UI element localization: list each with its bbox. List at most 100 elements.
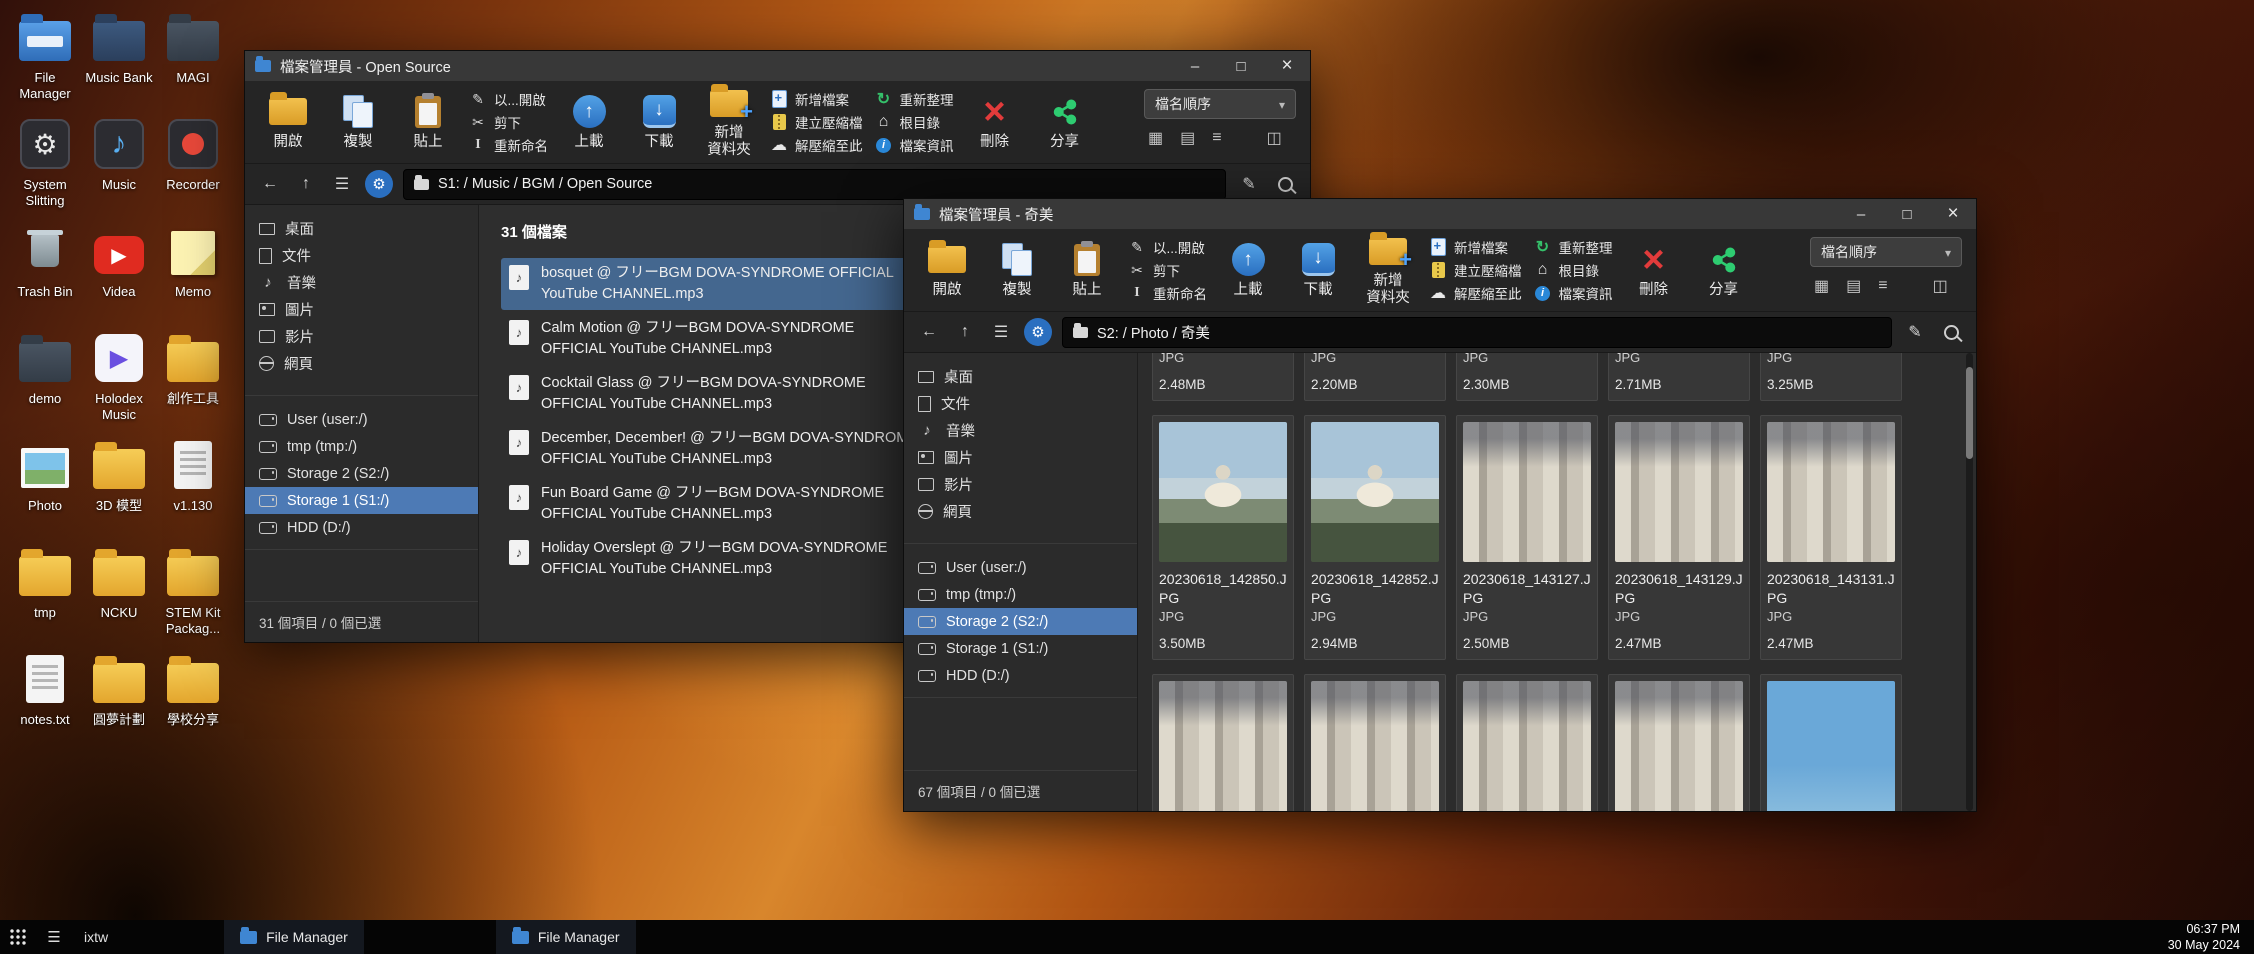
desktop-icon[interactable]: 創作工具 <box>157 331 229 438</box>
sidebar-place-item[interactable]: 音樂 <box>245 269 478 296</box>
sort-order-dropdown[interactable]: 檔名順序 <box>1144 89 1296 119</box>
open-button[interactable]: 開啟 <box>918 242 976 299</box>
sidebar-place-item[interactable]: 音樂 <box>904 417 1137 444</box>
photo-cell[interactable]: …JPG JPG 2.48MB <box>1152 353 1294 401</box>
share-button[interactable]: 分享 <box>1695 242 1753 299</box>
photo-cell[interactable] <box>1304 674 1446 811</box>
sidebar-device-item[interactable]: Storage 2 (S2:/) <box>904 608 1137 635</box>
upload-button[interactable]: 上載 <box>560 94 618 151</box>
desktop-icon[interactable]: 3D 模型 <box>83 438 155 545</box>
create-archive-button[interactable]: 建立壓縮檔 <box>770 112 863 132</box>
sidebar-device-item[interactable]: HDD (D:/) <box>245 514 478 541</box>
minimize-button[interactable] <box>1838 199 1884 229</box>
photo-cell[interactable]: 20230618_142852.JPG JPG 2.94MB <box>1304 415 1446 660</box>
new-folder-button[interactable]: 新增資料夾 <box>700 85 758 158</box>
desktop-icon[interactable]: 學校分享 <box>157 652 229 759</box>
view-compact-icon[interactable] <box>1878 277 1887 295</box>
back-button[interactable] <box>257 171 283 197</box>
desktop-icon[interactable]: Memo <box>157 224 229 331</box>
desktop-icon[interactable]: Holodex Music <box>83 331 155 438</box>
taskbar-app-button[interactable]: File Manager <box>224 920 364 954</box>
sidebar-place-item[interactable]: 網頁 <box>904 498 1137 525</box>
open-with-button[interactable]: 以...開啟 <box>469 89 548 109</box>
desktop-icon[interactable]: STEM Kit Packag... <box>157 545 229 652</box>
sort-order-dropdown[interactable]: 檔名順序 <box>1810 237 1962 267</box>
workspace-label[interactable]: ixtw <box>84 929 108 945</box>
view-columns-icon[interactable] <box>1267 128 1282 148</box>
desktop-icon[interactable]: v1.130 <box>157 438 229 545</box>
paste-button[interactable]: 貼上 <box>1058 242 1116 299</box>
desktop-icon[interactable]: Videa <box>83 224 155 331</box>
new-file-button[interactable]: 新增檔案 <box>1429 237 1522 257</box>
titlebar[interactable]: 檔案管理員 - Open Source <box>245 51 1310 81</box>
photo-cell[interactable] <box>1760 674 1902 811</box>
root-button[interactable]: 根目錄 <box>1534 260 1613 280</box>
maximize-button[interactable] <box>1884 199 1930 229</box>
extract-here-button[interactable]: 解壓縮至此 <box>770 135 863 155</box>
taskbar-app-button[interactable]: File Manager <box>496 920 636 954</box>
new-file-button[interactable]: 新增檔案 <box>770 89 863 109</box>
desktop-icon[interactable]: notes.txt <box>9 652 81 759</box>
settings-gear-button[interactable] <box>365 170 393 198</box>
sidebar-place-item[interactable]: 圖片 <box>904 444 1137 471</box>
share-button[interactable]: 分享 <box>1036 94 1094 151</box>
sidebar-device-item[interactable]: User (user:/) <box>904 554 1137 581</box>
desktop-icon[interactable]: System Slitting <box>9 117 81 224</box>
menu-button[interactable] <box>329 171 355 197</box>
photo-cell[interactable]: 20230618_143131.JPG JPG 2.47MB <box>1760 415 1902 660</box>
desktop-icon[interactable]: Music Bank <box>83 10 155 117</box>
download-button[interactable]: 下載 <box>1289 242 1347 299</box>
desktop-icon[interactable]: MAGI <box>157 10 229 117</box>
view-list-icon[interactable] <box>1846 276 1861 296</box>
copy-button[interactable]: 複製 <box>988 242 1046 299</box>
cut-button[interactable]: 剪下 <box>1128 260 1207 280</box>
sidebar-place-item[interactable]: 桌面 <box>245 215 478 242</box>
sidebar-device-item[interactable]: Storage 2 (S2:/) <box>245 460 478 487</box>
root-button[interactable]: 根目錄 <box>875 112 954 132</box>
sidebar-place-item[interactable]: 圖片 <box>245 296 478 323</box>
view-list-icon[interactable] <box>1180 128 1195 148</box>
desktop-icon[interactable]: File Manager <box>9 10 81 117</box>
photo-cell[interactable]: …JPG JPG 2.20MB <box>1304 353 1446 401</box>
copy-button[interactable]: 複製 <box>329 94 387 151</box>
sidebar-place-item[interactable]: 影片 <box>904 471 1137 498</box>
extract-here-button[interactable]: 解壓縮至此 <box>1429 283 1522 303</box>
desktop-icon[interactable]: 圓夢計劃 <box>83 652 155 759</box>
desktop-icon[interactable]: NCKU <box>83 545 155 652</box>
close-button[interactable] <box>1264 51 1310 81</box>
photo-cell[interactable] <box>1608 674 1750 811</box>
cut-button[interactable]: 剪下 <box>469 112 548 132</box>
sidebar-place-item[interactable]: 桌面 <box>904 363 1137 390</box>
photo-cell[interactable]: …JPG JPG 3.25MB <box>1760 353 1902 401</box>
photo-cell[interactable]: 20230618_143127.JPG JPG 2.50MB <box>1456 415 1598 660</box>
desktop-icon[interactable]: tmp <box>9 545 81 652</box>
search-button[interactable] <box>1938 319 1964 345</box>
open-with-button[interactable]: 以...開啟 <box>1128 237 1207 257</box>
menu-button[interactable] <box>988 319 1014 345</box>
photo-cell[interactable]: 20230618_143129.JPG JPG 2.47MB <box>1608 415 1750 660</box>
photo-cell[interactable] <box>1152 674 1294 811</box>
sidebar-device-item[interactable]: tmp (tmp:/) <box>245 433 478 460</box>
desktop-icon[interactable]: Photo <box>9 438 81 545</box>
create-archive-button[interactable]: 建立壓縮檔 <box>1429 260 1522 280</box>
rename-button[interactable]: 重新命名 <box>1128 283 1207 303</box>
back-button[interactable] <box>916 319 942 345</box>
photo-cell[interactable]: 20230618_142850.JPG JPG 3.50MB <box>1152 415 1294 660</box>
up-button[interactable] <box>293 171 319 197</box>
delete-button[interactable]: 刪除 <box>1625 242 1683 299</box>
photo-cell[interactable] <box>1456 674 1598 811</box>
download-button[interactable]: 下載 <box>630 94 688 151</box>
view-grid-icon[interactable] <box>1814 276 1829 296</box>
new-folder-button[interactable]: 新增資料夾 <box>1359 233 1417 306</box>
sidebar-place-item[interactable]: 文件 <box>245 242 478 269</box>
scrollbar-thumb[interactable] <box>1966 367 1973 459</box>
photo-cell[interactable]: …JPG JPG 2.30MB <box>1456 353 1598 401</box>
titlebar[interactable]: 檔案管理員 - 奇美 <box>904 199 1976 229</box>
app-launcher-button[interactable] <box>0 920 36 954</box>
view-columns-icon[interactable] <box>1933 276 1948 296</box>
delete-button[interactable]: 刪除 <box>966 94 1024 151</box>
sidebar-place-item[interactable]: 網頁 <box>245 350 478 377</box>
edit-path-button[interactable] <box>1902 319 1928 345</box>
photo-cell[interactable]: …JPG JPG 2.71MB <box>1608 353 1750 401</box>
sidebar-place-item[interactable]: 文件 <box>904 390 1137 417</box>
